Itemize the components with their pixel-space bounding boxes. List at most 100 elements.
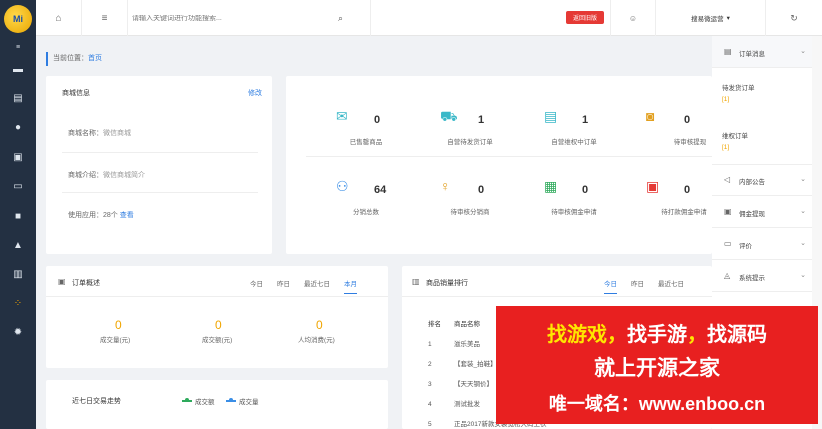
- order-messages-header[interactable]: ▤ 订单消息 ⌄: [712, 36, 812, 68]
- stat-pending-ship[interactable]: ⛟ 1 自营待发货订单: [420, 108, 520, 158]
- user-icon[interactable]: ●: [12, 122, 24, 134]
- chart-icon[interactable]: ▥: [12, 269, 24, 281]
- gift-icon[interactable]: ■: [12, 211, 24, 223]
- ad-line-3: 唯一域名：www.enboo.cn: [548, 394, 766, 414]
- stat-pending-withdraw[interactable]: ◙ 0 待审核提现: [626, 108, 712, 158]
- shop-info-panel: 商城信息 修改 商城名称：微信商城 商城介绍：微信商城简介 使用应用：28个 查…: [46, 76, 272, 254]
- internal-notice-item[interactable]: ◁ 内部公告 ⌄: [712, 164, 812, 196]
- stat-pending-distributors[interactable]: ♀ 0 待审核分销商: [420, 178, 520, 228]
- comment-icon: ▭: [724, 239, 732, 248]
- home-icon[interactable]: ⌂: [36, 0, 82, 36]
- stat-sold-out[interactable]: ✉ 0 已售罄商品: [316, 108, 416, 158]
- table-row[interactable]: 2 【套装_拍鞋】: [428, 358, 497, 368]
- search-icon[interactable]: ⌕: [338, 13, 343, 24]
- commission-withdraw-item[interactable]: ▣ 佣金提现 ⌄: [712, 196, 812, 228]
- stat-label: 分销总数: [353, 209, 379, 216]
- watermark-ad: 找游戏，找手游，找源码 就上开源之家 唯一域名：www.enboo.cn: [496, 306, 818, 424]
- rights-order-count: [1]: [722, 144, 730, 151]
- clipboard-icon: ▤: [724, 47, 732, 56]
- divider: [402, 296, 712, 297]
- search-doc-icon: ◙: [646, 108, 655, 124]
- refresh-icon[interactable]: ↻: [766, 0, 822, 36]
- legend-item-count[interactable]: 成交量: [226, 396, 259, 406]
- edit-link[interactable]: 修改: [248, 88, 262, 98]
- stat-distributors[interactable]: ⚇ 64 分销总数: [316, 178, 416, 228]
- trend-title: 近七日交易走势: [72, 398, 121, 405]
- stat-pending-commission[interactable]: ▦ 0 待审核佣金申请: [524, 178, 624, 228]
- hamburger-icon[interactable]: ≡: [82, 0, 128, 36]
- view-apps-link[interactable]: 查看: [120, 212, 134, 219]
- row-name: 【套装_拍鞋】: [454, 361, 497, 368]
- gear-icon[interactable]: ✹: [12, 327, 24, 339]
- shop-intro-label: 商城介绍：: [68, 172, 103, 179]
- back-old-version-button[interactable]: 返回旧版: [566, 11, 604, 24]
- user-name: 搜易微运营: [691, 16, 724, 23]
- commission-withdraw-label: 佣金提现: [739, 211, 765, 218]
- ad-line-2: 就上开源之家: [594, 357, 720, 380]
- tab-yesterday[interactable]: 昨日: [631, 278, 644, 294]
- search-input[interactable]: [132, 14, 332, 22]
- file-icon[interactable]: ▣: [12, 152, 24, 164]
- shop-name-label: 商城名称：: [68, 130, 103, 137]
- bell-icon: ◬: [724, 271, 731, 280]
- shop-intro-row: 商城介绍：微信商城简介: [68, 170, 145, 180]
- stat-pending-payout[interactable]: ▣ 0 待打款佣金申请: [626, 178, 712, 228]
- pending-ship-item[interactable]: 待发货订单 [1]: [722, 82, 755, 103]
- rights-order-label: 维权订单: [722, 133, 748, 140]
- sidebar: Mi ≡ ▬ ▤ ● ▣ ▭ ■ ▲ ▥ ⁘ ✹: [0, 0, 36, 429]
- menu-icon[interactable]: ≡: [12, 42, 24, 54]
- wallet-icon[interactable]: ▭: [12, 181, 24, 193]
- stat-value: 0: [374, 114, 381, 126]
- tab-last-7-days[interactable]: 最近七日: [658, 278, 684, 294]
- review-item[interactable]: ▭ 评价 ⌄: [712, 228, 812, 260]
- ad-text: ，: [687, 324, 707, 346]
- breadcrumb-prefix: 当前位置：: [53, 55, 88, 62]
- stat-rights-orders[interactable]: ▤ 1 自营维权中订单: [524, 108, 624, 158]
- document-icon[interactable]: ▤: [12, 93, 24, 105]
- breadcrumb-home-link[interactable]: 首页: [88, 55, 102, 62]
- stat-label: 待审核佣金申请: [551, 209, 597, 216]
- pending-ship-count: [1]: [722, 96, 730, 103]
- search-box: ⌕: [132, 8, 362, 28]
- chevron-down-icon: ⌄: [800, 272, 806, 279]
- table-row[interactable]: 4 测试批发: [428, 398, 480, 408]
- stat-label: 待打款佣金申请: [661, 209, 707, 216]
- order-amount-value: 0: [215, 318, 222, 332]
- table-row[interactable]: 1 滋乐美品: [428, 338, 480, 348]
- tab-this-month[interactable]: 本月: [344, 278, 357, 294]
- row-rank: 1: [428, 341, 432, 348]
- print-icon: ▣: [646, 178, 660, 194]
- person-icon: ♀: [440, 178, 451, 194]
- user-menu[interactable]: 搜易微运营 ▾: [656, 0, 766, 36]
- wallet-icon: ▣: [724, 207, 732, 216]
- tab-last-7-days[interactable]: 最近七日: [304, 278, 330, 294]
- row-rank: 3: [428, 381, 432, 388]
- bar-chart-icon: ▥: [412, 277, 420, 286]
- system-tip-item[interactable]: ◬ 系统提示 ⌄: [712, 260, 812, 292]
- group-icon: ⚇: [336, 178, 349, 194]
- money-doc-icon: ▦: [544, 178, 558, 194]
- face-icon[interactable]: ☺: [610, 0, 656, 36]
- bell-icon[interactable]: ▲: [12, 240, 24, 252]
- breadcrumb: 当前位置：首页: [46, 52, 102, 66]
- ad-text: 找源码: [707, 324, 767, 346]
- stat-label: 已售罄商品: [349, 139, 383, 146]
- table-row[interactable]: 3 【天天钢价】: [428, 378, 493, 388]
- chevron-down-icon: ⌄: [800, 176, 806, 183]
- stat-value: 0: [684, 114, 691, 126]
- tab-today[interactable]: 今日: [250, 278, 263, 294]
- apps-icon[interactable]: ⁘: [12, 298, 24, 310]
- order-messages-label: 订单消息: [739, 51, 765, 58]
- logo[interactable]: Mi: [4, 5, 32, 33]
- ranking-title: 商品销量排行: [426, 280, 468, 287]
- tab-yesterday[interactable]: 昨日: [277, 278, 290, 294]
- ad-text: 找游戏: [547, 324, 607, 346]
- tab-today[interactable]: 今日: [604, 278, 617, 294]
- rights-order-item[interactable]: 维权订单 [1]: [722, 130, 748, 151]
- card-icon[interactable]: ▬: [12, 64, 24, 76]
- divider: [370, 0, 371, 36]
- stat-label: 自营待发货订单: [447, 139, 493, 146]
- legend-item-amount[interactable]: 成交额: [182, 396, 215, 406]
- avg-spend-value: 0: [316, 318, 323, 332]
- trend-panel: 近七日交易走势 成交额 成交量: [46, 380, 388, 429]
